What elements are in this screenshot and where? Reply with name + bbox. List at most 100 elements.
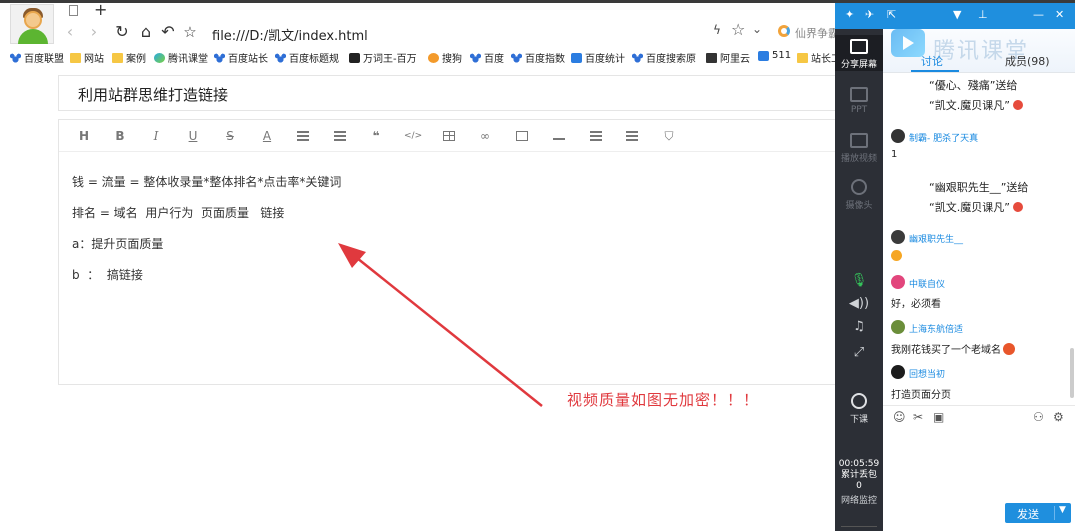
html5-icon[interactable]: ⛉ (661, 128, 677, 144)
speaker-icon[interactable]: ◀)) (835, 296, 883, 311)
heading-button[interactable]: H (76, 128, 92, 144)
chat-username[interactable]: 制霸- 肥杀了天真 (909, 131, 978, 144)
chat-username[interactable]: 回想当初 (909, 367, 945, 380)
dropdown-icon[interactable]: ▼ (953, 8, 961, 21)
gift-recipient: “凯文.魔贝课凡” (929, 97, 1023, 113)
rose-icon (1012, 202, 1023, 212)
chat-scrollbar[interactable] (1070, 348, 1074, 398)
end-class-button[interactable]: 下课 (835, 393, 883, 425)
avatar[interactable] (891, 275, 905, 289)
image-icon[interactable] (514, 128, 530, 144)
chevron-down-icon[interactable]: ⌄ (752, 22, 762, 36)
folder-icon (797, 52, 808, 63)
horizontal-rule-icon[interactable] (551, 128, 567, 144)
tab-discuss[interactable]: 讨论 (921, 53, 943, 69)
chat-message: 1 (891, 149, 898, 160)
network-monitor-label[interactable]: 网络监控 (835, 493, 883, 506)
bookmark-item[interactable]: 阿里云 (706, 50, 750, 65)
avatar[interactable] (891, 230, 905, 244)
minimize-icon[interactable]: — (1033, 8, 1044, 21)
gear-icon[interactable]: ✦ (845, 8, 854, 21)
unordered-list-icon[interactable] (332, 128, 348, 144)
camera-button[interactable]: 摄像头 (835, 179, 883, 211)
play-video-button[interactable]: 播放视频 (835, 133, 883, 164)
bold-button[interactable]: B (112, 128, 128, 144)
user-avatar[interactable] (10, 4, 54, 44)
search-box[interactable]: 仙界争霸 (795, 25, 839, 41)
bookmark-star-icon[interactable]: ☆ (731, 20, 745, 39)
tencent-classroom-panel: ✦ ✈ ⇱ ▼ ⊥ — ✕ 分享屏幕 PPT 播放视频 摄像头 🎙︎ ◀)) ♫… (835, 3, 1075, 531)
share-icon[interactable]: ⇱ (887, 8, 896, 21)
gift-message: “幽艰职先生__”送给 (929, 181, 1029, 194)
thumbs-up-emoji-icon (891, 250, 902, 261)
pin-icon[interactable]: ⊥ (978, 8, 988, 21)
browser-toolbar: ‹ › ↻ ⌂ ↶ ☆ file:///D:/凯文/index.html ϟ ☆… (60, 20, 839, 46)
ordered-list-icon[interactable] (295, 128, 311, 144)
bookmark-item[interactable]: 站长工 (797, 50, 835, 65)
avatar[interactable] (891, 129, 905, 143)
bookmark-item[interactable]: 百度指数 (511, 50, 565, 65)
close-icon[interactable]: ✕ (1055, 8, 1064, 21)
bookmark-item[interactable]: 百度统计 (571, 50, 625, 65)
quote-icon[interactable]: ❝ (368, 128, 384, 144)
chat-message: 好，必须看 (891, 299, 941, 310)
new-tab-button[interactable]: + (94, 0, 107, 19)
underline-button[interactable]: U (185, 128, 201, 144)
avatar[interactable] (891, 365, 905, 379)
tab-members[interactable]: 成员(98) (1005, 53, 1050, 69)
share-screen-button[interactable]: 分享屏幕 (835, 35, 883, 71)
bookmark-item[interactable]: 万词王-百万 (349, 50, 417, 65)
rose-icon (1012, 100, 1023, 110)
bookmark-item[interactable]: 百度联盟 (10, 50, 64, 65)
title-input-box[interactable]: 利用站群思维打造链接 (58, 75, 835, 111)
lightning-icon[interactable]: ϟ (713, 23, 721, 37)
bookmark-item[interactable]: 百度 (470, 50, 504, 65)
font-color-button[interactable]: A (259, 128, 275, 144)
ppt-button[interactable]: PPT (835, 87, 883, 115)
members-icon[interactable]: ⚇ (1033, 410, 1044, 424)
home-icon[interactable]: ⌂ (136, 22, 156, 42)
chat-username[interactable]: 中联自仪 (909, 277, 945, 290)
tab-page-icon[interactable] (69, 5, 78, 16)
bookmark-item[interactable]: 腾讯课堂 (154, 50, 208, 65)
bookmark-item[interactable]: 百度搜索原 (632, 50, 696, 65)
send-button[interactable]: 发送 ▼ (1005, 503, 1071, 523)
search-engine-icon[interactable] (778, 25, 790, 37)
chat-username[interactable]: 上海东航倍适 (909, 322, 963, 335)
bookmark-item[interactable]: 百度标题规 (275, 50, 339, 65)
back-icon[interactable]: ‹ (60, 22, 80, 42)
microphone-icon[interactable]: 🎙︎ (835, 273, 883, 288)
tencent-classroom-logo-icon (891, 29, 925, 57)
indent-icon[interactable] (588, 128, 604, 144)
undo-icon[interactable]: ↶ (158, 22, 178, 42)
bookmark-item[interactable]: 百度站长 (214, 50, 268, 65)
plane-icon[interactable]: ✈ (865, 8, 874, 21)
music-icon[interactable]: ♫ (835, 319, 883, 334)
favorite-star-icon[interactable]: ☆ (180, 22, 200, 42)
chevron-down-icon[interactable]: ▼ (1059, 505, 1066, 515)
code-button[interactable]: </> (404, 128, 422, 144)
bookmark-item[interactable]: 搜狗 (428, 50, 462, 65)
fullscreen-icon[interactable]: ⤢ (835, 345, 883, 360)
strikethrough-button[interactable]: S (222, 128, 238, 144)
forward-icon[interactable]: › (84, 22, 104, 42)
table-glyph (443, 131, 455, 141)
image-icon[interactable]: ▣ (933, 410, 944, 424)
reload-icon[interactable]: ↻ (112, 22, 132, 42)
chat-list: “優心、殘痛”送给 “凯文.魔贝课凡” 制霸- 肥杀了天真 1 “幽艰职先生__… (883, 73, 1075, 403)
outdent-icon[interactable] (624, 128, 640, 144)
bookmark-item[interactable]: 511 (758, 50, 791, 61)
bookmark-item[interactable]: 案例 (112, 50, 146, 65)
gear-icon[interactable]: ⚙ (1053, 410, 1064, 424)
link-icon[interactable]: ∞ (477, 128, 493, 144)
emoji-icon[interactable]: ☺ (893, 410, 906, 424)
chat-username[interactable]: 幽艰职先生__ (909, 232, 963, 245)
paw-icon (511, 52, 522, 63)
table-icon[interactable] (441, 128, 457, 144)
sogou-icon (428, 52, 439, 63)
italic-button[interactable]: I (148, 128, 164, 144)
bookmark-item[interactable]: 网站 (70, 50, 104, 65)
address-bar[interactable]: file:///D:/凯文/index.html (212, 25, 368, 44)
avatar[interactable] (891, 320, 905, 334)
scissors-icon[interactable]: ✂ (913, 410, 923, 424)
